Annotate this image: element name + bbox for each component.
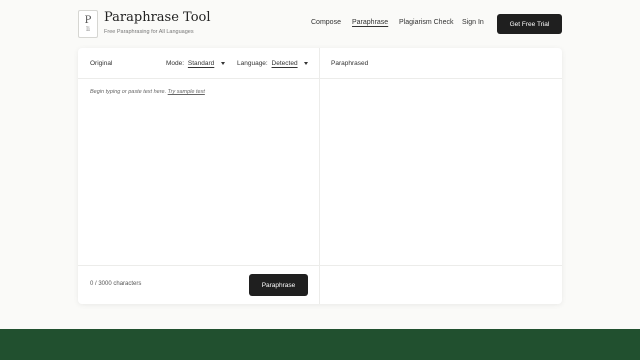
paraphrase-button[interactable]: Paraphrase [249, 274, 308, 296]
mode-value: Standard [187, 60, 215, 67]
chevron-down-icon [221, 61, 226, 65]
logo-mark-top: P [84, 14, 92, 26]
placeholder-text: Begin typing or paste text here. [90, 89, 167, 95]
get-free-trial-button[interactable]: Get Free Trial [497, 14, 562, 34]
paraphrased-pane-label: Paraphrased [331, 60, 369, 67]
mode-dropdown[interactable]: Mode: Standard [166, 60, 226, 67]
footer-band [0, 329, 640, 360]
character-counter: 0 / 3000 characters [90, 281, 142, 287]
original-pane-label: Original [90, 60, 113, 67]
input-placeholder: Begin typing or paste text here. Try sam… [90, 89, 205, 95]
brand-subtitle: Free Paraphrasing for All Languages [104, 29, 194, 35]
chevron-down-icon [304, 61, 309, 65]
mode-label: Mode: [166, 60, 185, 67]
logo[interactable]: P li [78, 10, 98, 38]
nav-plagiarism-check[interactable]: Plagiarism Check [399, 19, 453, 26]
site-header: P li Paraphrase Tool Free Paraphrasing f… [0, 0, 640, 48]
try-sample-text-link[interactable]: Try sample text [168, 89, 205, 95]
footer-divider [78, 265, 562, 266]
paraphrased-output-area [320, 79, 562, 265]
paraphrase-editor-card: Original Mode: Standard Language: Detect… [78, 48, 562, 304]
nav-sign-in[interactable]: Sign In [462, 19, 484, 26]
nav-compose[interactable]: Compose [311, 19, 341, 26]
language-dropdown[interactable]: Language: Detected [237, 60, 309, 67]
original-text-input[interactable]: Begin typing or paste text here. Try sam… [78, 79, 319, 265]
nav-paraphrase[interactable]: Paraphrase [352, 19, 388, 26]
brand-title[interactable]: Paraphrase Tool [104, 10, 211, 25]
language-label: Language: [237, 60, 268, 67]
language-value: Detected [271, 60, 298, 67]
logo-mark-bottom: li [86, 25, 90, 33]
